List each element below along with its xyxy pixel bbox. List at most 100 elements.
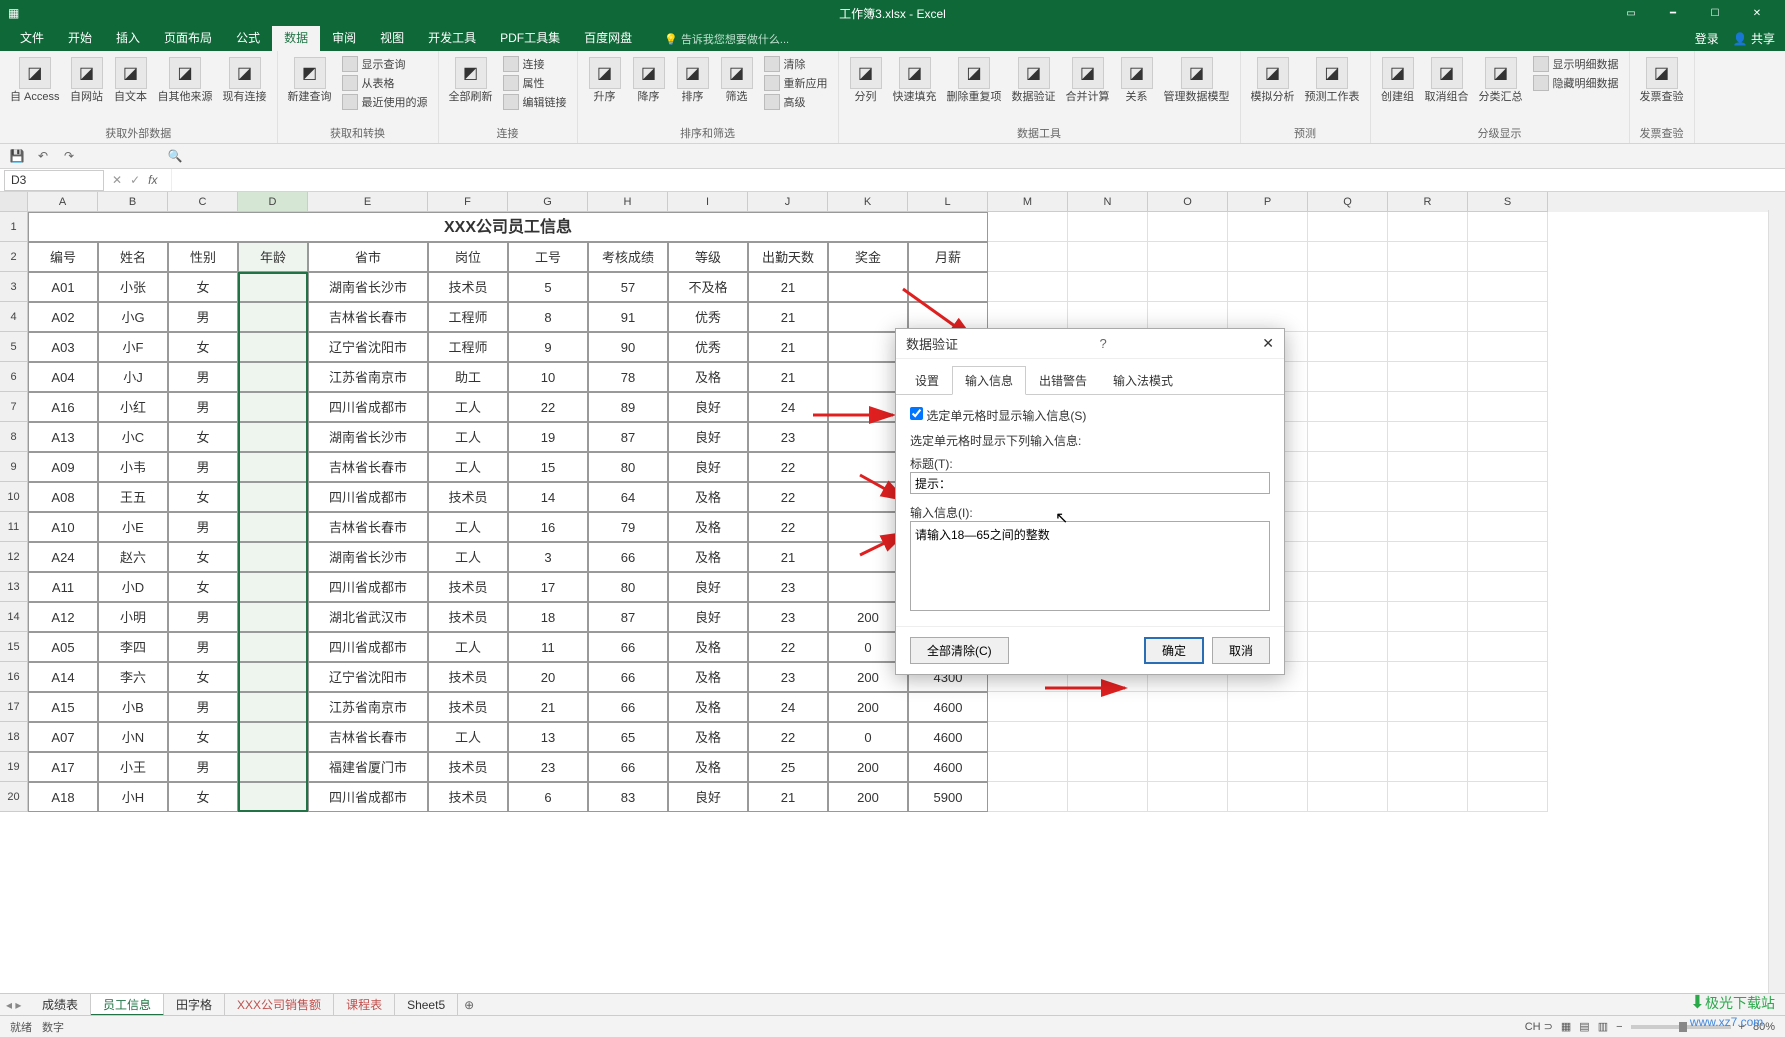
row-header[interactable]: 19 xyxy=(0,752,28,782)
data-cell[interactable]: 吉林省长春市 xyxy=(308,722,428,752)
data-cell[interactable] xyxy=(238,632,308,662)
data-cell[interactable] xyxy=(1308,332,1388,362)
data-cell[interactable] xyxy=(1468,692,1548,722)
row-header[interactable]: 13 xyxy=(0,572,28,602)
data-cell[interactable] xyxy=(238,542,308,572)
header-cell[interactable]: 工号 xyxy=(508,242,588,272)
data-cell[interactable] xyxy=(238,572,308,602)
data-cell[interactable] xyxy=(1308,362,1388,392)
data-cell[interactable]: A15 xyxy=(28,692,98,722)
ribbon-快速填充[interactable]: ◪快速填充 xyxy=(889,55,941,105)
tab-baidu[interactable]: 百度网盘 xyxy=(572,26,644,51)
ribbon-重新应用[interactable]: 重新应用 xyxy=(760,74,832,92)
data-cell[interactable]: 21 xyxy=(748,362,828,392)
data-cell[interactable]: 小E xyxy=(98,512,168,542)
zoom-out-icon[interactable]: − xyxy=(1616,1021,1622,1033)
data-cell[interactable]: 男 xyxy=(168,512,238,542)
data-cell[interactable] xyxy=(1308,422,1388,452)
data-cell[interactable]: 6 xyxy=(508,782,588,812)
data-cell[interactable] xyxy=(1388,722,1468,752)
ribbon-自网站[interactable]: ◪自网站 xyxy=(66,55,108,105)
row-header[interactable]: 4 xyxy=(0,302,28,332)
data-cell[interactable] xyxy=(238,482,308,512)
tab-formulas[interactable]: 公式 xyxy=(224,26,272,51)
data-cell[interactable] xyxy=(1468,272,1548,302)
data-cell[interactable]: 助工 xyxy=(428,362,508,392)
minimize-button[interactable]: ━ xyxy=(1653,0,1693,26)
tab-insert[interactable]: 插入 xyxy=(104,26,152,51)
data-cell[interactable] xyxy=(1388,302,1468,332)
data-cell[interactable]: 良好 xyxy=(668,782,748,812)
data-cell[interactable] xyxy=(238,602,308,632)
data-cell[interactable]: 22 xyxy=(748,512,828,542)
row-header[interactable]: 17 xyxy=(0,692,28,722)
col-header-A[interactable]: A xyxy=(28,192,98,212)
header-cell[interactable]: 性别 xyxy=(168,242,238,272)
row-header[interactable]: 20 xyxy=(0,782,28,812)
worksheet-grid[interactable]: ABCDEFGHIJKLMNOPQRS 1XXX公司员工信息2编号姓名性别年龄省… xyxy=(0,192,1785,980)
tab-data[interactable]: 数据 xyxy=(272,26,320,51)
data-cell[interactable]: 及格 xyxy=(668,362,748,392)
data-cell[interactable] xyxy=(1228,782,1308,812)
data-cell[interactable]: 14 xyxy=(508,482,588,512)
data-cell[interactable]: 不及格 xyxy=(668,272,748,302)
data-cell[interactable] xyxy=(1308,662,1388,692)
data-cell[interactable]: 小红 xyxy=(98,392,168,422)
data-cell[interactable] xyxy=(1228,692,1308,722)
row-header[interactable]: 7 xyxy=(0,392,28,422)
dialog-close-icon[interactable]: ✕ xyxy=(1262,335,1274,352)
data-cell[interactable] xyxy=(1068,272,1148,302)
fx-icon[interactable]: fx xyxy=(148,173,163,187)
ribbon-发票查验[interactable]: ◪发票查验 xyxy=(1636,55,1688,105)
data-cell[interactable]: A12 xyxy=(28,602,98,632)
data-cell[interactable]: 优秀 xyxy=(668,302,748,332)
data-cell[interactable]: 15 xyxy=(508,452,588,482)
col-header-J[interactable]: J xyxy=(748,192,828,212)
data-cell[interactable]: 良好 xyxy=(668,392,748,422)
data-cell[interactable]: 吉林省长春市 xyxy=(308,512,428,542)
col-header-N[interactable]: N xyxy=(1068,192,1148,212)
data-cell[interactable]: 23 xyxy=(748,662,828,692)
data-cell[interactable]: A24 xyxy=(28,542,98,572)
ok-button[interactable]: 确定 xyxy=(1144,637,1204,664)
data-cell[interactable]: 男 xyxy=(168,632,238,662)
ribbon-排序[interactable]: ◪排序 xyxy=(672,55,714,105)
data-cell[interactable]: 赵六 xyxy=(98,542,168,572)
data-cell[interactable]: 工程师 xyxy=(428,302,508,332)
tab-dev[interactable]: 开发工具 xyxy=(416,26,488,51)
data-cell[interactable]: 工人 xyxy=(428,452,508,482)
data-cell[interactable]: 83 xyxy=(588,782,668,812)
header-cell[interactable]: 岗位 xyxy=(428,242,508,272)
col-header-K[interactable]: K xyxy=(828,192,908,212)
data-cell[interactable] xyxy=(1468,362,1548,392)
ribbon-分列[interactable]: ◪分列 xyxy=(845,55,887,105)
ribbon-连接[interactable]: 连接 xyxy=(499,55,571,73)
ribbon-属性[interactable]: 属性 xyxy=(499,74,571,92)
ribbon-合并计算[interactable]: ◪合并计算 xyxy=(1062,55,1114,105)
data-cell[interactable]: 21 xyxy=(748,272,828,302)
data-cell[interactable] xyxy=(1068,752,1148,782)
sheet-tab-田字格[interactable]: 田字格 xyxy=(164,994,225,1016)
ribbon-删除重复项[interactable]: ◪删除重复项 xyxy=(943,55,1006,105)
data-cell[interactable]: A13 xyxy=(28,422,98,452)
data-cell[interactable] xyxy=(1468,422,1548,452)
data-cell[interactable]: 工人 xyxy=(428,722,508,752)
data-cell[interactable]: 23 xyxy=(748,422,828,452)
ribbon-关系[interactable]: ◪关系 xyxy=(1116,55,1158,105)
data-cell[interactable]: 16 xyxy=(508,512,588,542)
data-cell[interactable]: A07 xyxy=(28,722,98,752)
header-cell[interactable]: 编号 xyxy=(28,242,98,272)
sheet-tab-课程表[interactable]: 课程表 xyxy=(334,994,395,1016)
data-cell[interactable]: 87 xyxy=(588,602,668,632)
sheet-tab-员工信息[interactable]: 员工信息 xyxy=(91,994,164,1016)
data-cell[interactable] xyxy=(1308,482,1388,512)
data-cell[interactable]: 技术员 xyxy=(428,752,508,782)
data-cell[interactable] xyxy=(1388,452,1468,482)
row-header[interactable]: 9 xyxy=(0,452,28,482)
data-cell[interactable]: 及格 xyxy=(668,722,748,752)
data-cell[interactable]: 及格 xyxy=(668,512,748,542)
data-cell[interactable] xyxy=(1228,752,1308,782)
data-cell[interactable] xyxy=(1308,542,1388,572)
col-header-D[interactable]: D xyxy=(238,192,308,212)
data-cell[interactable]: 女 xyxy=(168,272,238,302)
